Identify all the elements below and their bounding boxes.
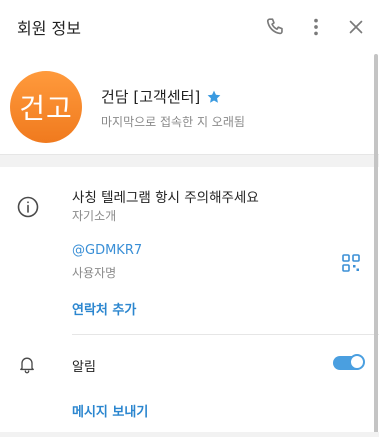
bio-text: 사칭 텔레그램 항시 주의해주세요 (72, 190, 259, 206)
section-divider (0, 154, 379, 167)
scrollbar[interactable] (374, 54, 378, 437)
bottom-divider (0, 432, 379, 437)
bio-label: 자기소개 (72, 209, 117, 223)
notifications-label: 알림 (72, 360, 96, 375)
name-row: 건담 [고객센터] (101, 86, 222, 107)
toggle-knob (349, 354, 365, 370)
divider (72, 334, 379, 335)
info-icon (17, 196, 39, 218)
profile-section: 건고 건담 [고객센터] 마지막으로 접속한 지 오래됨 (0, 54, 379, 154)
more-vertical-icon[interactable] (305, 16, 327, 38)
close-icon[interactable] (345, 16, 367, 38)
profile-name: 건담 [고객센터] (101, 88, 201, 106)
last-seen-status: 마지막으로 접속한 지 오래됨 (101, 115, 245, 129)
username-link[interactable]: @GDMKR7 (72, 243, 142, 258)
star-icon (207, 90, 221, 103)
qr-code-icon[interactable] (341, 253, 361, 273)
phone-icon[interactable] (265, 16, 287, 38)
username-label: 사용자명 (72, 266, 117, 280)
add-contact-button[interactable]: 연락처 추가 (72, 299, 136, 318)
header-bar: 회원 정보 (0, 0, 379, 54)
avatar[interactable]: 건고 (10, 71, 82, 143)
bell-icon (20, 357, 34, 374)
notifications-toggle[interactable] (333, 354, 365, 370)
page-title: 회원 정보 (17, 19, 81, 38)
send-message-button[interactable]: 메시지 보내기 (72, 401, 148, 420)
